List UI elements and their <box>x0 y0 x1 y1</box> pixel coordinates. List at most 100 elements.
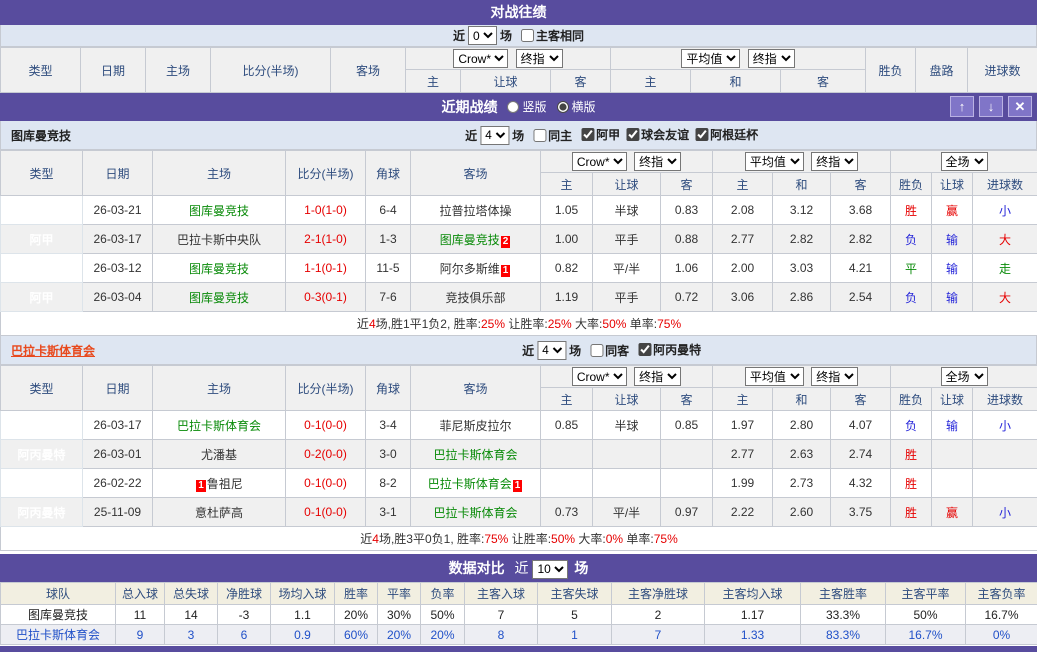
home-team-cell[interactable]: 尤潘基 <box>153 440 286 469</box>
match-date: 26-03-17 <box>83 225 153 254</box>
team-name[interactable]: 菲尼斯皮拉尔 <box>439 419 511 433</box>
team2-matches-select[interactable]: 4 <box>537 341 566 360</box>
final-index-select2[interactable]: 终指 <box>748 49 795 68</box>
crow-company-select[interactable]: Crow* <box>572 367 627 386</box>
team-name[interactable]: 图库曼竞技 <box>189 262 249 276</box>
average-select[interactable]: 平均值 <box>745 152 804 171</box>
league-filter-option[interactable]: 阿丙曼特 <box>632 341 701 358</box>
away-team-cell[interactable]: 竞技俱乐部 <box>411 283 541 312</box>
col-home-euro: 主 <box>713 388 773 411</box>
handicap-odds: 平/半 <box>593 254 661 283</box>
league-filter-option[interactable]: 阿根廷杯 <box>689 126 758 143</box>
col-score: 比分(半场) <box>286 366 366 411</box>
home-team-cell[interactable]: 意杜萨高 <box>153 498 286 527</box>
horizontal-layout-radio[interactable] <box>557 101 569 113</box>
same-away-checkbox[interactable] <box>590 344 603 357</box>
col-score: 比分(半场) <box>286 151 366 196</box>
away-team-cell[interactable]: 巴拉卡斯体育会 <box>411 498 541 527</box>
league-checkbox[interactable] <box>626 128 639 141</box>
move-down-button[interactable]: ↓ <box>979 96 1003 117</box>
stat-value: 1 <box>538 625 612 645</box>
team-name[interactable]: 巴拉卡斯体育会 <box>177 419 261 433</box>
same-away-option[interactable]: 同客 <box>584 342 629 359</box>
team-name[interactable]: 图库曼竞技 <box>189 291 249 305</box>
col-away-odds: 客 <box>661 388 713 411</box>
same-home-away-option[interactable]: 主客相同 <box>515 27 584 44</box>
close-button[interactable]: ✕ <box>1008 96 1032 117</box>
team2-name-link[interactable]: 巴拉卡斯体育会 <box>11 342 95 359</box>
final-index-select[interactable]: 终指 <box>634 152 681 171</box>
team-name[interactable]: 尤潘基 <box>201 448 237 462</box>
match-score: 2-1(1-0) <box>286 225 366 254</box>
layout-vertical-option[interactable]: 竖版 <box>507 93 546 121</box>
team-name[interactable]: 图库曼竞技 <box>189 204 249 218</box>
team-name[interactable]: 鲁祖尼 <box>207 477 243 491</box>
league-checkbox[interactable] <box>581 128 594 141</box>
unit-label: 场 <box>500 27 512 44</box>
final-index-select2[interactable]: 终指 <box>811 152 858 171</box>
stat-value: 0.9 <box>271 625 335 645</box>
average-select[interactable]: 平均值 <box>745 367 804 386</box>
home-team-cell[interactable]: 巴拉卡斯体育会 <box>153 411 286 440</box>
away-team-cell[interactable]: 图库曼竞技2 <box>411 225 541 254</box>
team2-recent-table: 类型 日期 主场 比分(半场) 角球 客场 Crow* 终指 平均值 终指 全场… <box>0 365 1037 551</box>
team-name[interactable]: 巴拉卡斯体育会 <box>433 506 517 520</box>
league-checkbox[interactable] <box>695 128 708 141</box>
final-index-select[interactable]: 终指 <box>516 49 563 68</box>
layout-horizontal-option[interactable]: 横版 <box>557 93 596 121</box>
team-name[interactable]: 竞技俱乐部 <box>445 291 505 305</box>
final-index-select2[interactable]: 终指 <box>811 367 858 386</box>
final-index-select[interactable]: 终指 <box>634 367 681 386</box>
handicap-odds <box>541 440 593 469</box>
col-home: 主场 <box>153 151 286 196</box>
vertical-layout-radio[interactable] <box>507 101 519 113</box>
home-team-cell[interactable]: 1鲁祖尼 <box>153 469 286 498</box>
comparison-matches-select[interactable]: 10 <box>532 560 568 579</box>
crow-company-select[interactable]: Crow* <box>572 152 627 171</box>
full-match-select[interactable]: 全场 <box>941 367 988 386</box>
team-name[interactable]: 意杜萨高 <box>195 506 243 520</box>
home-team-cell[interactable]: 巴拉卡斯中央队 <box>153 225 286 254</box>
same-home-checkbox[interactable] <box>533 129 546 142</box>
team-name[interactable]: 巴拉卡斯体育会 <box>428 477 512 491</box>
match-date: 26-03-01 <box>83 440 153 469</box>
full-match-select[interactable]: 全场 <box>941 152 988 171</box>
team-name[interactable]: 巴拉卡斯中央队 <box>177 233 261 247</box>
average-select[interactable]: 平均值 <box>681 49 740 68</box>
same-home-away-checkbox[interactable] <box>521 29 534 42</box>
league-checkbox[interactable] <box>638 343 651 356</box>
unit-label: 场 <box>569 342 581 359</box>
h2h-matches-select[interactable]: 0 <box>468 26 497 45</box>
team-name[interactable]: 阿尔多斯维 <box>440 262 500 276</box>
team1-matches-select[interactable]: 4 <box>480 126 509 145</box>
away-team-cell[interactable]: 菲尼斯皮拉尔 <box>411 411 541 440</box>
goals-result: 小 <box>973 196 1037 225</box>
europe-source-header: 平均值 终指 <box>713 151 891 173</box>
team-name[interactable]: 拉普拉塔体操 <box>439 204 511 218</box>
europe-odds: 2.60 <box>773 498 831 527</box>
league-filter-option[interactable]: 球会友谊 <box>620 126 689 143</box>
col-handicap-result: 让球 <box>932 388 973 411</box>
league-filter-option[interactable]: 阿甲 <box>575 126 620 143</box>
home-team-cell[interactable]: 图库曼竞技 <box>153 254 286 283</box>
team-link[interactable]: 巴拉卡斯体育会 <box>1 625 116 645</box>
col-draw-euro: 和 <box>773 173 831 196</box>
team-link[interactable]: 图库曼竞技 <box>1 605 116 625</box>
away-team-cell[interactable]: 巴拉卡斯体育会1 <box>411 469 541 498</box>
col-trend: 盘路 <box>916 48 968 93</box>
move-up-button[interactable]: ↑ <box>950 96 974 117</box>
europe-odds: 2.73 <box>773 469 831 498</box>
team-name[interactable]: 图库曼竞技 <box>440 233 500 247</box>
crow-company-select[interactable]: Crow* <box>453 49 508 68</box>
away-team-cell[interactable]: 拉普拉塔体操 <box>411 196 541 225</box>
team-name[interactable]: 巴拉卡斯体育会 <box>433 448 517 462</box>
away-team-cell[interactable]: 阿尔多斯维1 <box>411 254 541 283</box>
away-team-cell[interactable]: 巴拉卡斯体育会 <box>411 440 541 469</box>
comparison-title: 数据对比 <box>449 560 505 576</box>
col-goals: 进球数 <box>973 173 1037 196</box>
home-team-cell[interactable]: 图库曼竞技 <box>153 196 286 225</box>
home-team-cell[interactable]: 图库曼竞技 <box>153 283 286 312</box>
same-home-option[interactable]: 同主 <box>527 127 572 144</box>
handicap-source-header: Crow* 终指 <box>406 48 611 70</box>
col-away-euro: 客 <box>831 173 891 196</box>
